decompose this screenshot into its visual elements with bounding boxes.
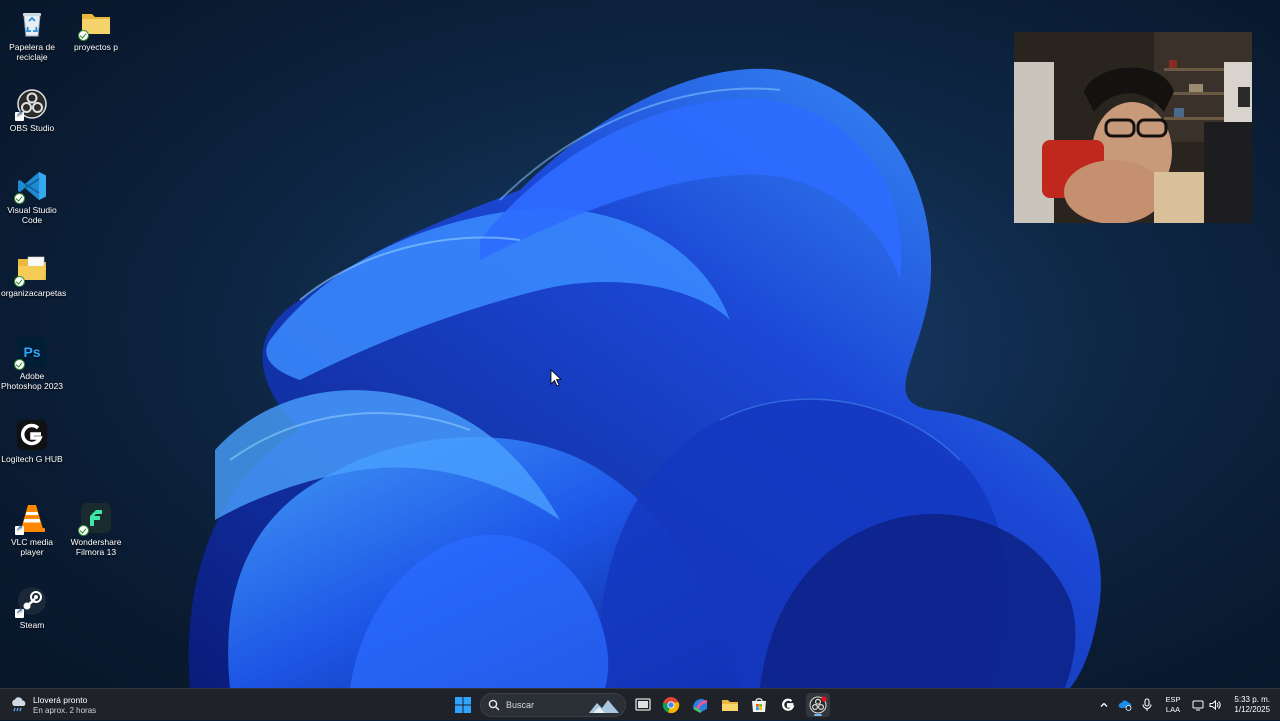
desktop-icon-label: Papelera de reciclaje bbox=[9, 42, 55, 62]
microphone-tray-button[interactable] bbox=[1139, 689, 1155, 721]
start-button[interactable] bbox=[451, 693, 475, 717]
sync-status-icon bbox=[14, 276, 25, 287]
desktop-icon-label: VLC media player bbox=[10, 537, 54, 557]
taskbar: Lloverá pronto En aprox. 2 horas Buscar bbox=[0, 688, 1280, 720]
desktop-icon-label: Logitech G HUB bbox=[1, 454, 63, 464]
desktop-icon-logitech-ghub[interactable]: Logitech G HUB bbox=[1, 419, 63, 464]
desktop-icon-label: proyectos p bbox=[74, 42, 118, 52]
desktop-icon-label: organizacarpetas bbox=[1, 288, 67, 298]
desktop-icon-label: Adobe Photoshop 2023 bbox=[1, 371, 63, 391]
windows-start-icon bbox=[455, 697, 471, 713]
recycle-bin-icon bbox=[16, 7, 48, 39]
taskbar-app-chrome[interactable] bbox=[659, 693, 683, 717]
keyboard-layout-code: LAA bbox=[1165, 705, 1181, 714]
desktop-icon-label: Visual Studio Code bbox=[7, 205, 57, 225]
weather-headline: Lloverá pronto bbox=[33, 694, 88, 705]
show-hidden-icons-button[interactable] bbox=[1096, 689, 1112, 721]
language-code: ESP bbox=[1165, 695, 1181, 704]
desktop-icon-photoshop[interactable]: Ps Adobe Photoshop 2023 bbox=[1, 336, 63, 391]
sync-status-icon bbox=[14, 193, 25, 204]
clock-date: 1/12/2025 bbox=[1234, 705, 1270, 714]
shortcut-arrow-icon bbox=[15, 523, 24, 535]
desktop-icon-label: OBS Studio bbox=[9, 123, 55, 133]
logitech-icon bbox=[782, 698, 795, 711]
desktop-icon-label: Steam bbox=[19, 620, 45, 630]
desktop-icon-proyectos-p[interactable]: proyectos p bbox=[65, 7, 127, 52]
taskbar-app-microsoft-store[interactable] bbox=[747, 693, 771, 717]
webcam-overlay bbox=[1014, 32, 1252, 223]
desktop-icon-filmora[interactable]: Wondershare Filmora 13 bbox=[65, 502, 127, 557]
rain-cloud-icon bbox=[12, 697, 26, 712]
network-icon bbox=[1192, 700, 1203, 711]
weather-widget[interactable]: Lloverá pronto En aprox. 2 horas bbox=[10, 693, 96, 717]
volume-icon bbox=[1209, 699, 1221, 711]
chrome-icon bbox=[662, 697, 680, 714]
task-view-icon bbox=[635, 698, 651, 711]
filmora-icon bbox=[78, 502, 112, 536]
clock-button[interactable]: 5:33 p. m. 1/12/2025 bbox=[1224, 689, 1270, 721]
taskbar-app-file-explorer[interactable] bbox=[718, 693, 742, 717]
chevron-up-icon bbox=[1100, 702, 1108, 707]
desktop-icon-steam[interactable]: Steam bbox=[1, 585, 63, 630]
obs-icon bbox=[15, 88, 48, 121]
input-language-button[interactable]: ESP LAA bbox=[1160, 689, 1186, 721]
vscode-icon bbox=[14, 170, 48, 204]
search-icon bbox=[488, 699, 500, 711]
taskbar-app-obs[interactable] bbox=[806, 693, 830, 717]
photoshop-icon: Ps bbox=[14, 336, 48, 370]
microsoft-365-icon bbox=[693, 698, 708, 714]
active-app-indicator bbox=[814, 714, 822, 716]
shortcut-arrow-icon bbox=[15, 606, 24, 618]
desktop-icon-recycle-bin[interactable]: Papelera de reciclaje bbox=[1, 7, 63, 62]
desktop-icon-organizacarpetas[interactable]: organizacarpetas bbox=[1, 253, 67, 298]
sync-status-icon bbox=[14, 359, 25, 370]
sync-status-icon bbox=[78, 525, 89, 536]
quick-settings-button[interactable] bbox=[1190, 689, 1222, 721]
microsoft-store-icon bbox=[752, 698, 766, 712]
taskbar-app-logitech[interactable] bbox=[776, 693, 800, 717]
steam-icon bbox=[15, 585, 48, 618]
onedrive-tray-button[interactable] bbox=[1116, 689, 1134, 721]
vlc-icon bbox=[15, 502, 48, 535]
clock-time: 5:33 p. m. bbox=[1234, 695, 1270, 704]
desktop-icon-obs-studio[interactable]: OBS Studio bbox=[1, 88, 63, 133]
search-placeholder: Buscar bbox=[506, 700, 535, 710]
sync-status-icon bbox=[78, 30, 89, 41]
obs-icon bbox=[809, 696, 827, 714]
desktop-icon-vlc[interactable]: VLC media player bbox=[1, 502, 63, 557]
folder-app-icon bbox=[14, 253, 48, 287]
desktop-icon-label: Wondershare Filmora 13 bbox=[70, 537, 122, 557]
folder-icon bbox=[78, 7, 112, 41]
microphone-icon bbox=[1142, 698, 1152, 711]
taskbar-app-m365[interactable] bbox=[688, 693, 712, 717]
logitech-icon bbox=[16, 419, 48, 451]
onedrive-icon bbox=[1118, 700, 1132, 711]
shortcut-arrow-icon bbox=[15, 109, 24, 121]
weather-subtext: En aprox. 2 horas bbox=[33, 705, 97, 715]
desktop-icon-vscode[interactable]: Visual Studio Code bbox=[1, 170, 63, 225]
task-view-button[interactable] bbox=[631, 693, 655, 717]
svg-text:Ps: Ps bbox=[23, 344, 40, 360]
search-box[interactable]: Buscar bbox=[480, 693, 626, 717]
search-highlight-icon bbox=[589, 700, 619, 713]
file-explorer-icon bbox=[722, 700, 738, 711]
